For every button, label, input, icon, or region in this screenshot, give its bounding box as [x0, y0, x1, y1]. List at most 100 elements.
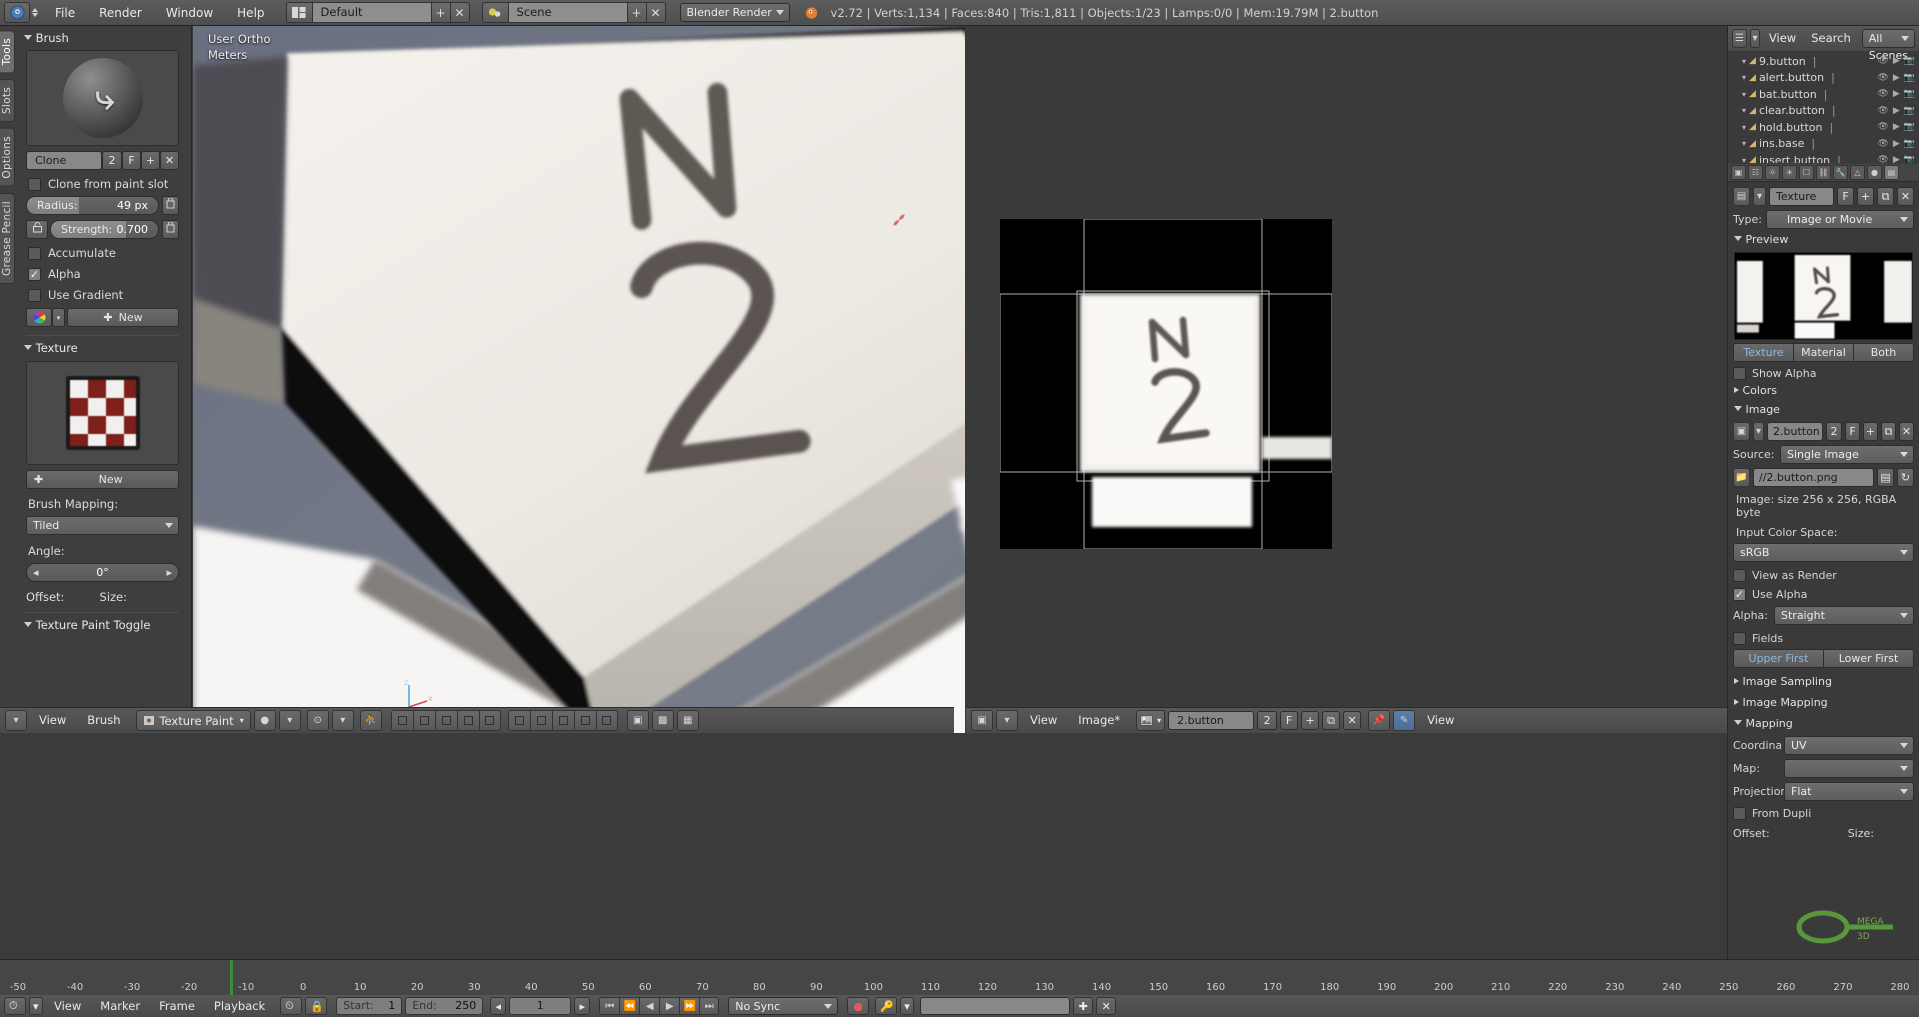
accumulate-row[interactable]: Accumulate — [28, 246, 179, 260]
add-scene-button[interactable]: + — [627, 2, 647, 23]
image-filepath-field[interactable]: //2.button.png — [1753, 468, 1874, 487]
strength-lock-toggle[interactable] — [26, 220, 48, 239]
outliner-type-icon[interactable]: ☰ — [1732, 29, 1747, 48]
texture-preview[interactable] — [26, 361, 179, 465]
outliner[interactable]: ☰ ▾ View Search All Scenes ▾ ◢ 9.button … — [1727, 26, 1919, 163]
restrict-view-icon-1[interactable]: 👁 — [1877, 73, 1888, 83]
outliner-row-icons-3[interactable]: 👁 ▶ 📷 — [1877, 106, 1915, 116]
menu-render[interactable]: Render — [88, 2, 153, 24]
keying-remove-button[interactable]: ✕ — [1096, 997, 1117, 1015]
view-as-render-row[interactable]: View as Render — [1733, 569, 1914, 582]
sync-mode-dropdown[interactable]: No Sync — [728, 997, 839, 1015]
pivot-dropdown-icon[interactable]: ▾ — [331, 710, 354, 731]
image-mapping-header[interactable]: Image Mapping — [1728, 690, 1919, 711]
image-reload-button[interactable]: ↻ — [1897, 468, 1914, 487]
restrict-render-icon-6[interactable]: 📷 — [1904, 155, 1915, 163]
map-dropdown[interactable] — [1784, 759, 1914, 778]
restrict-view-icon[interactable]: 👁 — [1877, 56, 1888, 66]
restrict-select-icon-4[interactable]: ▶ — [1893, 122, 1900, 132]
outliner-row-icons[interactable]: 👁 ▶ 📷 — [1877, 56, 1915, 66]
outliner-row-icons-2[interactable]: 👁 ▶ 📷 — [1877, 89, 1915, 99]
expand-arrow-icon-3[interactable]: ▾ — [1742, 106, 1746, 115]
preview-section-header[interactable]: Preview — [1728, 229, 1919, 248]
layer-btn-6[interactable] — [507, 710, 530, 731]
lock-frame-icon[interactable]: 🔒 — [305, 997, 328, 1015]
grid-overlay-icon[interactable]: ▦ — [676, 710, 699, 731]
alpha-mode-dropdown[interactable]: Straight — [1774, 606, 1914, 625]
outliner-row-icons-6[interactable]: 👁 ▶ 📷 — [1877, 155, 1915, 163]
restrict-render-icon-5[interactable]: 📷 — [1904, 139, 1915, 149]
image-section-header[interactable]: Image — [1728, 399, 1919, 418]
timeline-menu-frame[interactable]: Frame — [151, 997, 203, 1015]
image-name-field[interactable]: 2.button — [1168, 711, 1255, 730]
image-paint-mode-icon[interactable]: ✎ — [1393, 710, 1416, 731]
image-fakeuser-props[interactable]: F — [1845, 422, 1860, 441]
brush-preview[interactable]: ⤷ — [26, 50, 179, 146]
preview-tab-both[interactable]: Both — [1853, 343, 1914, 362]
alpha-checkbox[interactable] — [28, 267, 41, 281]
tab-tools[interactable]: Tools — [0, 30, 15, 74]
angle-slider[interactable]: ◂ ▸ 0° — [26, 563, 179, 582]
scene-name[interactable]: Scene — [507, 2, 628, 23]
image-users-props[interactable]: 2 — [1826, 422, 1842, 441]
restrict-select-icon-6[interactable]: ▶ — [1893, 155, 1900, 163]
preview-tab-texture[interactable]: Texture — [1733, 343, 1793, 362]
timeline-menu-marker[interactable]: Marker — [92, 997, 148, 1015]
timeline-type-arrow[interactable]: ▾ — [29, 997, 43, 1015]
restrict-render-icon[interactable]: 📷 — [1904, 56, 1915, 66]
restrict-render-icon-4[interactable]: 📷 — [1904, 122, 1915, 132]
render-engine-dropdown[interactable]: Blender Render — [679, 3, 790, 22]
use-gradient-checkbox[interactable] — [28, 288, 41, 302]
texture-type-dropdown[interactable]: Image or Movie — [1766, 210, 1914, 229]
restrict-render-icon-3[interactable]: 📷 — [1904, 106, 1915, 116]
menu-help[interactable]: Help — [226, 2, 275, 24]
projection-dropdown[interactable]: Flat — [1784, 782, 1914, 801]
timeline-menu-playback[interactable]: Playback — [206, 997, 273, 1015]
frame-inc-arrow[interactable]: ▸ — [574, 997, 591, 1015]
radius-slider[interactable]: 49 px Radius: — [26, 196, 159, 215]
tab-modifiers-icon[interactable]: 🔧 — [1833, 165, 1848, 180]
outliner-row-5[interactable]: ▾ ◢ ins.base | 👁 ▶ 📷 — [1728, 136, 1919, 153]
delete-screen-layout-button[interactable]: ✕ — [450, 2, 470, 23]
restrict-view-icon-5[interactable]: 👁 — [1877, 139, 1888, 149]
timeline-type-icon[interactable]: ⏱ — [4, 997, 26, 1015]
outliner-menu-search[interactable]: Search — [1805, 29, 1857, 48]
image-copy-props[interactable]: ⧉ — [1881, 422, 1896, 441]
outliner-row-icons-5[interactable]: 👁 ▶ 📷 — [1877, 139, 1915, 149]
expand-arrow-icon[interactable]: ▾ — [1742, 57, 1746, 66]
show-alpha-checkbox[interactable] — [1733, 367, 1746, 380]
image-editor[interactable] — [965, 26, 1727, 733]
fields-row[interactable]: Fields — [1733, 632, 1914, 645]
from-dupli-checkbox[interactable] — [1733, 807, 1746, 820]
tab-slots[interactable]: Slots — [0, 79, 15, 123]
image-editor-view-label[interactable]: View — [1418, 710, 1463, 731]
radius-pressure-toggle[interactable] — [162, 196, 179, 215]
image-editor-menu-view[interactable]: View — [1021, 710, 1066, 731]
brush-mapping-dropdown[interactable]: Tiled — [26, 516, 179, 535]
image-unlink-button[interactable]: ✕ — [1343, 711, 1362, 730]
brush-new-button[interactable]: + — [141, 151, 160, 170]
image-unlink-props[interactable]: ✕ — [1899, 422, 1914, 441]
image-editor-type-arrow[interactable]: ▾ — [996, 710, 1018, 731]
tab-constraints-icon[interactable]: ⛓ — [1816, 165, 1831, 180]
auto-keyframe-button[interactable]: ● — [847, 997, 870, 1015]
blender-logo-icon[interactable] — [4, 2, 30, 23]
outliner-row-1[interactable]: ▾ ◢ alert.button | 👁 ▶ 📷 — [1728, 70, 1919, 87]
outliner-menu-view[interactable]: View — [1763, 29, 1802, 48]
texture-new-button[interactable]: ✚ New — [26, 470, 179, 489]
layer-btn-9[interactable] — [573, 710, 596, 731]
image-fake-user-button[interactable]: F — [1280, 711, 1299, 730]
expand-arrow-icon-4[interactable]: ▾ — [1742, 123, 1746, 132]
properties-editor[interactable]: ▣ ☷ ☼ ☀ ☐ ⛓ 🔧 △ ● ▤ ▤ ▾ Texture F + ⧉ ✕ … — [1727, 164, 1919, 1017]
image-source-dropdown[interactable]: Single Image — [1780, 445, 1914, 464]
menu-window[interactable]: Window — [155, 2, 224, 24]
texture-fake-user-btn[interactable]: F — [1837, 187, 1854, 206]
color-ramp-new-button[interactable]: ✚ New — [67, 308, 179, 327]
outliner-row-3[interactable]: ▾ ◢ clear.button | 👁 ▶ 📷 — [1728, 103, 1919, 120]
jump-start-button[interactable]: ⏮ — [599, 997, 620, 1015]
layer-btn-8[interactable] — [551, 710, 574, 731]
shading-mode-icon[interactable]: ● — [253, 710, 276, 731]
view-as-render-checkbox[interactable] — [1733, 569, 1746, 582]
restrict-select-icon-2[interactable]: ▶ — [1893, 89, 1900, 99]
screen-layout-name[interactable]: Default — [311, 2, 432, 23]
